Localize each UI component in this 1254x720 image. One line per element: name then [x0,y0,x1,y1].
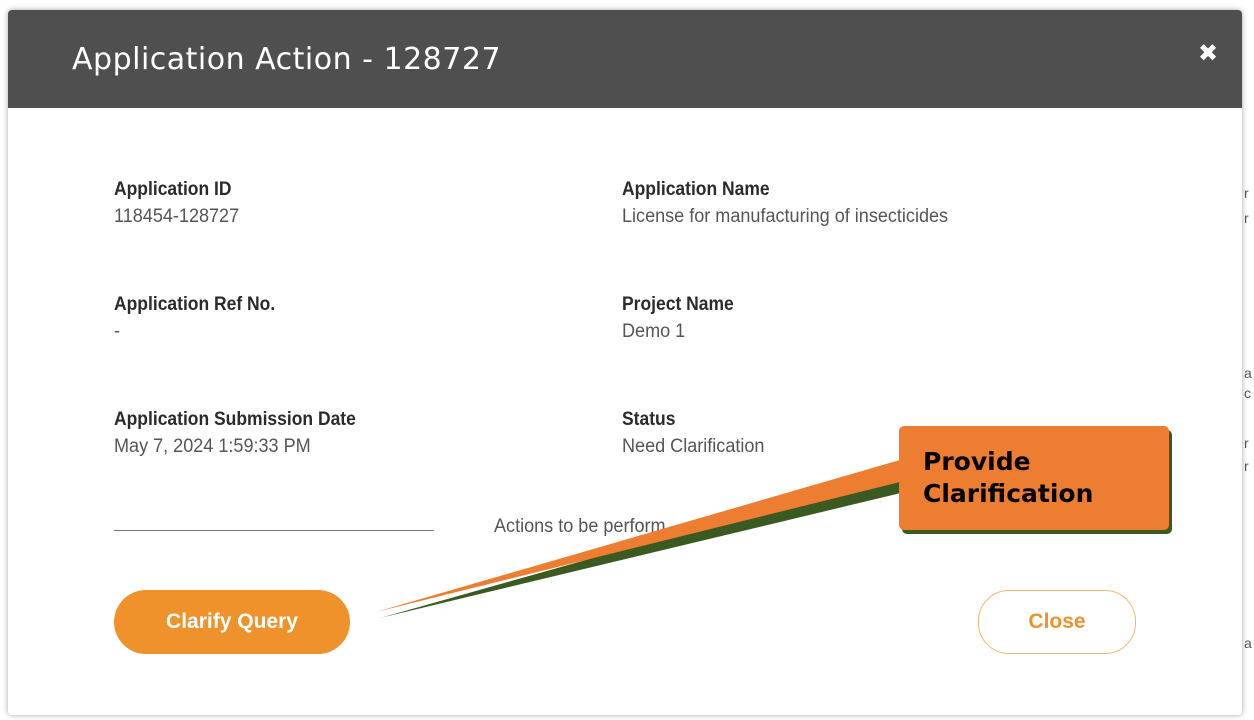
field-value: 118454-128727 [114,206,240,227]
field-application-ref-no: Application Ref No. - [114,293,289,345]
background-text-fragment: r [1244,210,1249,226]
close-button[interactable]: Close [978,590,1136,654]
field-submission-date: Application Submission Date May 7, 2024 … [114,408,377,460]
background-text-fragment: c [1244,385,1251,401]
field-value: Need Clarification [622,436,765,457]
field-label: Application Ref No. [114,294,276,315]
modal-title: Application Action - 128727 [72,42,502,77]
callout-text: Provide Clarification [923,447,1094,508]
field-label: Status [622,409,676,430]
clarify-query-button[interactable]: Clarify Query [114,590,350,654]
background-text-fragment: a [1244,635,1252,651]
actions-divider [114,530,434,531]
modal-header: Application Action - 128727 ✖ [8,10,1242,108]
background-text-fragment: r [1244,458,1249,474]
field-project-name: Project Name Demo 1 [622,293,743,345]
field-value: May 7, 2024 1:59:33 PM [114,436,311,457]
provide-clarification-callout: Provide Clarification [899,426,1169,530]
background-text-fragment: r [1244,185,1249,201]
field-value: Demo 1 [622,321,686,342]
field-label: Application Submission Date [114,409,356,430]
field-status: Status Need Clarification [622,408,772,460]
actions-label: Actions to be perform [494,516,666,537]
field-value: License for manufacturing of insecticide… [622,206,949,227]
field-label: Application Name [622,179,770,200]
field-label: Application ID [114,179,232,200]
background-text-fragment: r [1244,435,1249,451]
application-action-modal: Application Action - 128727 ✖ Applicatio… [8,10,1242,715]
close-icon[interactable]: ✖ [1196,42,1220,66]
field-application-id: Application ID 118454-128727 [114,178,246,230]
field-label: Project Name [622,294,734,315]
field-application-name: Application Name License for manufacturi… [622,178,965,230]
background-text-fragment: a [1244,365,1252,381]
field-value: - [114,321,121,342]
